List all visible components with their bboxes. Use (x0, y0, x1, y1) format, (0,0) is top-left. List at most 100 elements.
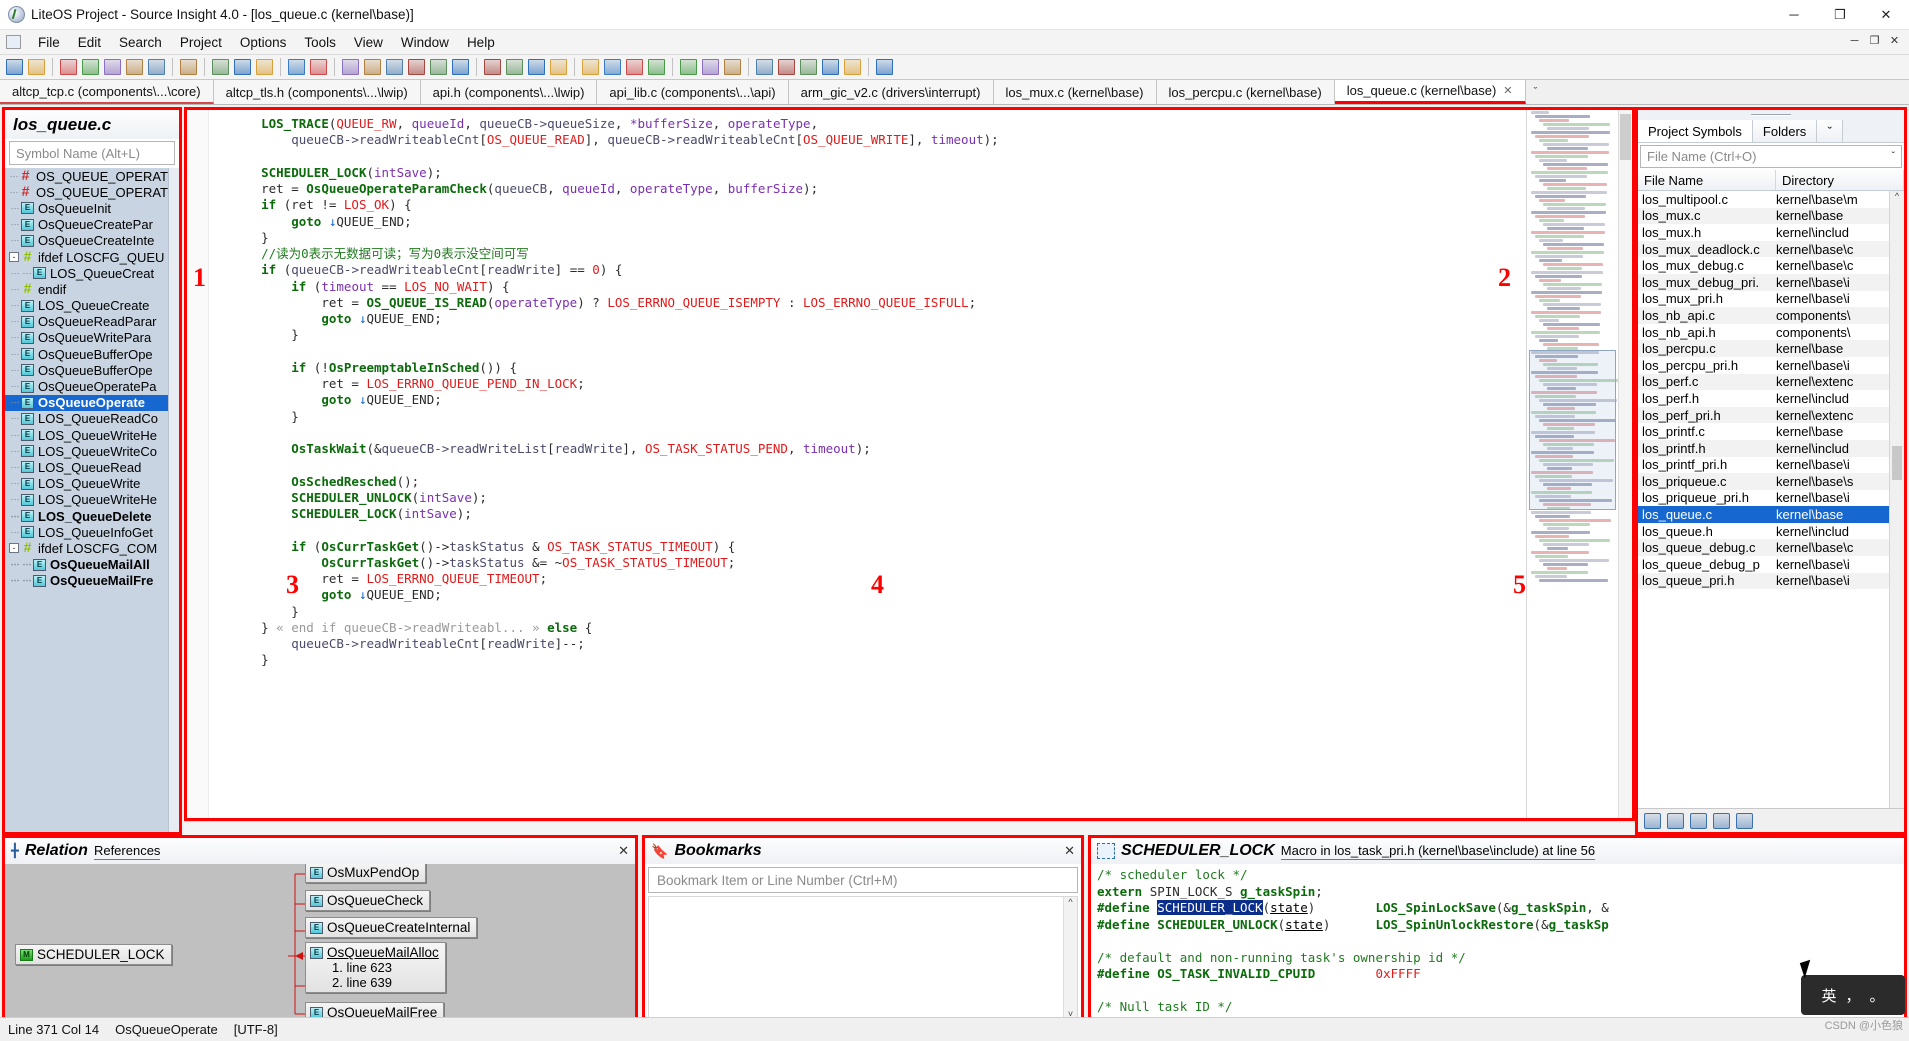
context-window-icon[interactable] (624, 57, 645, 78)
document-tab-close-icon[interactable]: ✕ (1503, 84, 1512, 97)
symbol-window-icon[interactable] (526, 57, 547, 78)
menu-options[interactable]: Options (231, 32, 296, 53)
file-list-row[interactable]: los_mux.ckernel\base (1638, 208, 1889, 225)
doc-minimize-button[interactable]: ─ (1846, 34, 1863, 50)
symbol-list-item[interactable]: ⋯ELOS_QueueRead (5, 459, 168, 475)
file-list-row[interactable]: los_priqueue.ckernel\base\s (1638, 473, 1889, 490)
bookmarks-vertical-scrollbar[interactable]: ^ ˅ (1063, 897, 1077, 1019)
document-tab[interactable]: arm_gic_v2.c (drivers\interrupt) (789, 80, 994, 104)
symbol-list-item[interactable]: ⋯EOsQueueCreateInte (5, 233, 168, 249)
open-file-icon[interactable] (80, 57, 101, 78)
file-list-row[interactable]: los_mux_deadlock.ckernel\base\c (1638, 241, 1889, 258)
panel-c-icon[interactable] (798, 57, 819, 78)
relation-root-node[interactable]: MSCHEDULER_LOCK (15, 944, 172, 965)
close-button[interactable]: ✕ (1863, 0, 1909, 30)
unindent-icon[interactable] (722, 57, 743, 78)
symbol-list-item[interactable]: -#ifdef LOSCFG_QUEU (5, 249, 168, 265)
file-list-row[interactable]: los_mux_pri.hkernel\base\i (1638, 291, 1889, 308)
symbol-list-item[interactable]: ⋯⋯EOsQueueMailFre (5, 573, 168, 589)
bookmarks-close-icon[interactable]: ✕ (1064, 843, 1075, 859)
panel-a-icon[interactable] (754, 57, 775, 78)
prev-diff-icon[interactable] (482, 57, 503, 78)
menu-edit[interactable]: Edit (69, 32, 110, 53)
undo-icon[interactable] (286, 57, 307, 78)
file-list-row[interactable]: los_queue_debug.ckernel\base\c (1638, 539, 1889, 556)
tree-expander-icon[interactable]: - (9, 543, 19, 553)
nav-forward-icon[interactable] (26, 57, 47, 78)
browse-icon[interactable] (1690, 813, 1707, 829)
file-list-row[interactable]: los_printf.ckernel\base (1638, 423, 1889, 440)
panel-grip[interactable] (1638, 110, 1904, 120)
file-list-row[interactable]: los_nb_api.ccomponents\ (1638, 307, 1889, 324)
symbol-list-item[interactable]: ⋯EOsQueueWritePara (5, 330, 168, 346)
editor-scroll-thumb[interactable] (1620, 114, 1631, 160)
relation-child-node[interactable]: EOsQueueCreateInternal (305, 917, 477, 938)
file-list-row[interactable]: los_queue.hkernel\includ (1638, 523, 1889, 540)
relation-child-node[interactable]: EOsQueueMailAlloc1. line 6232. line 639 (305, 942, 446, 993)
document-tab[interactable]: altcp_tls.h (components\...\lwip) (214, 80, 421, 104)
copy-icon[interactable] (232, 57, 253, 78)
file-list-row[interactable]: los_percpu.ckernel\base (1638, 340, 1889, 357)
ime-indicator[interactable]: 英 ， 。 (1801, 975, 1905, 1015)
file-list-row[interactable]: los_priqueue_pri.hkernel\base\i (1638, 490, 1889, 507)
file-list-row[interactable]: los_queue.ckernel\base (1638, 506, 1889, 523)
code-content[interactable]: LOS_TRACE(QUEUE_RW, queueId, queueCB->qu… (209, 110, 1526, 818)
cut-icon[interactable] (210, 57, 231, 78)
search-up-icon[interactable] (362, 57, 383, 78)
tab-folders[interactable]: Folders (1753, 120, 1817, 142)
document-tab[interactable]: api.h (components\...\lwip) (421, 80, 598, 104)
file-search-dropdown-icon[interactable]: ˇ (1892, 151, 1895, 162)
tab-scroll-dropdown-icon[interactable]: ˇ (1526, 80, 1546, 104)
relation-subtitle[interactable]: References (94, 843, 160, 860)
chart-icon[interactable] (580, 57, 601, 78)
symbol-list-item[interactable]: ⋯#OS_QUEUE_OPERAT (5, 184, 168, 200)
symbol-list[interactable]: ⋯#OS_QUEUE_OPERAT⋯#OS_QUEUE_OPERAT⋯EOsQu… (5, 168, 168, 832)
relation-child-node[interactable]: EOsMuxPendOp (305, 864, 426, 883)
search-down-icon[interactable] (384, 57, 405, 78)
document-tab[interactable]: los_percpu.c (kernel\base) (1157, 80, 1335, 104)
file-name-search-input[interactable]: File Name (Ctrl+O) ˇ (1640, 145, 1902, 168)
file-list-row[interactable]: los_multipool.ckernel\base\m (1638, 191, 1889, 208)
file-list-row[interactable]: los_queue_debug_pkernel\base\i (1638, 556, 1889, 573)
file-list-row[interactable]: los_printf_pri.hkernel\base\i (1638, 457, 1889, 474)
symbol-list-item[interactable]: ⋯#OS_QUEUE_OPERAT (5, 168, 168, 184)
symbol-list-item[interactable]: ⋯EOsQueueBufferOpe (5, 346, 168, 362)
code-minimap[interactable] (1526, 110, 1618, 818)
bookmarks-scroll-up-icon[interactable]: ^ (1068, 897, 1072, 907)
file-scroll-thumb[interactable] (1892, 446, 1902, 480)
settings-icon[interactable] (1736, 813, 1753, 829)
relation-window-icon[interactable] (602, 57, 623, 78)
relation-graph[interactable]: MSCHEDULER_LOCK EOsMuxPendOp EOsQueueCheck… (5, 864, 635, 1027)
file-list-row[interactable]: los_mux_debug_pri.kernel\base\i (1638, 274, 1889, 291)
doc-restore-button[interactable]: ❐ (1866, 34, 1883, 50)
panel-b-icon[interactable] (776, 57, 797, 78)
document-tab[interactable]: los_mux.c (kernel\base) (994, 80, 1157, 104)
search-icon[interactable] (340, 57, 361, 78)
menu-project[interactable]: Project (171, 32, 231, 53)
symbol-list-item[interactable]: ⋯⋯EOsQueueMailAll (5, 557, 168, 573)
indent-icon[interactable] (700, 57, 721, 78)
file-list-row[interactable]: los_printf.hkernel\includ (1638, 440, 1889, 457)
symbol-list-item[interactable]: ⋯EOsQueueInit (5, 200, 168, 216)
symbol-list-item[interactable]: ⋯ELOS_QueueDelete (5, 508, 168, 524)
symbol-list-scrollbar[interactable] (168, 168, 179, 832)
browse-icon[interactable] (646, 57, 667, 78)
panel-d-icon[interactable] (820, 57, 841, 78)
document-tab[interactable]: los_queue.c (kernel\base)✕ (1335, 80, 1526, 104)
symbol-search-input[interactable]: Symbol Name (Alt+L) (9, 141, 175, 165)
ime-comma[interactable]: ， (1845, 985, 1860, 1006)
file-list-row[interactable]: los_perf.hkernel\includ (1638, 390, 1889, 407)
save-as-icon[interactable] (124, 57, 145, 78)
document-tab[interactable]: api_lib.c (components\...\api) (597, 80, 788, 104)
code-editor[interactable]: LOS_TRACE(QUEUE_RW, queueId, queueCB->qu… (184, 107, 1635, 821)
document-tab[interactable]: altcp_tcp.c (components\...\core) (0, 80, 214, 104)
save-icon[interactable] (102, 57, 123, 78)
symbol-list-item[interactable]: ⋯EOsQueueCreatePar (5, 217, 168, 233)
symbol-list-item[interactable]: ⋯ELOS_QueueWriteHe (5, 492, 168, 508)
relation-child-node[interactable]: EOsQueueCheck (305, 890, 430, 911)
file-list-row[interactable]: los_mux.hkernel\includ (1638, 224, 1889, 241)
maximize-button[interactable]: ❐ (1817, 0, 1863, 30)
refresh-icon[interactable] (1644, 813, 1661, 829)
menu-search[interactable]: Search (110, 32, 171, 53)
relation-line-ref[interactable]: 2. line 639 (332, 975, 392, 990)
